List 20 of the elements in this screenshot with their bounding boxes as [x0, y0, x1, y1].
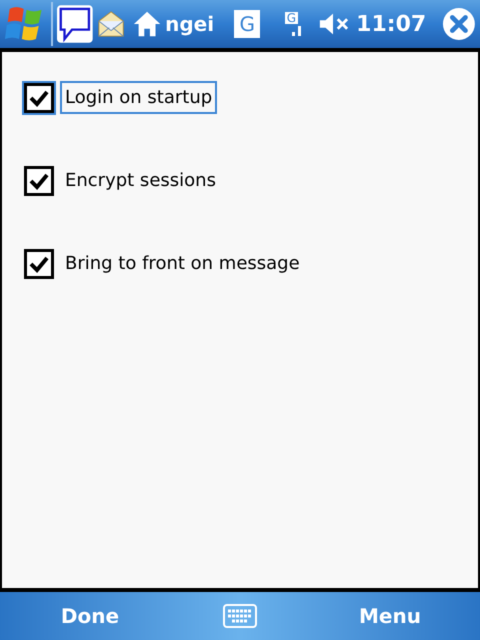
network-badge: G: [234, 10, 260, 38]
clock[interactable]: 11:07: [356, 8, 426, 40]
checkmark-icon: [29, 254, 49, 272]
checkmark-icon: [29, 88, 49, 106]
checkbox[interactable]: [24, 248, 54, 278]
envelope-icon[interactable]: [96, 9, 125, 39]
signal-badge: G: [284, 12, 298, 24]
option-label: Bring to front on message: [64, 252, 301, 276]
close-icon[interactable]: [442, 6, 476, 42]
app-label: ngei: [165, 11, 214, 38]
option-label: Login on startup: [60, 81, 218, 114]
done-softkey[interactable]: Done: [0, 601, 180, 631]
checkbox[interactable]: [24, 166, 54, 196]
home-icon[interactable]: [132, 10, 162, 38]
checkbox[interactable]: [24, 82, 54, 112]
option-label: Encrypt sessions: [64, 169, 217, 193]
menu-softkey[interactable]: Menu: [300, 601, 480, 631]
speech-bubble-icon[interactable]: [57, 4, 93, 44]
checkmark-icon: [29, 172, 49, 190]
signal-icon: [292, 24, 302, 36]
